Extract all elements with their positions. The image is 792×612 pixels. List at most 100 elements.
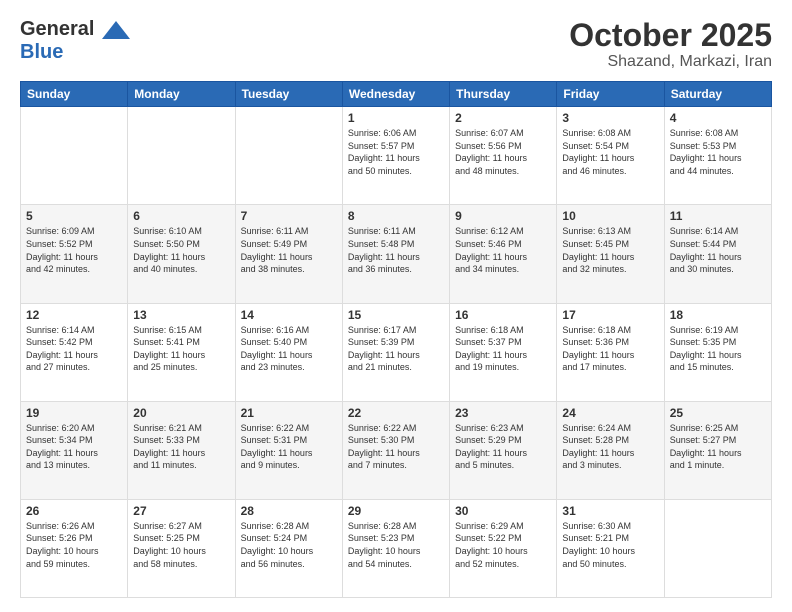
- calendar-week-row: 1 Sunrise: 6:06 AM Sunset: 5:57 PM Daylig…: [21, 107, 772, 205]
- calendar-cell: 1 Sunrise: 6:06 AM Sunset: 5:57 PM Daylig…: [342, 107, 449, 205]
- calendar-cell: 28 Sunrise: 6:28 AM Sunset: 5:24 PM Dayli…: [235, 499, 342, 597]
- day-info: Sunrise: 6:23 AM Sunset: 5:29 PM Dayligh…: [455, 422, 551, 472]
- title-area: October 2025 Shazand, Markazi, Iran: [569, 18, 772, 71]
- calendar-week-row: 12Sunrise: 6:14 AM Sunset: 5:42 PM Dayli…: [21, 303, 772, 401]
- day-number: 7: [241, 209, 337, 223]
- day-info: Sunrise: 6:15 AM Sunset: 5:41 PM Dayligh…: [133, 324, 229, 374]
- day-info: Sunrise: 6:11 AM Sunset: 5:48 PM Dayligh…: [348, 225, 444, 275]
- day-number: 12: [26, 308, 122, 322]
- weekday-header: Monday: [128, 82, 235, 107]
- weekday-header: Wednesday: [342, 82, 449, 107]
- calendar-cell: 13 Sunrise: 6:15 AM Sunset: 5:41 PM Dayli…: [128, 303, 235, 401]
- location: Shazand, Markazi, Iran: [569, 53, 772, 71]
- weekday-header: Thursday: [450, 82, 557, 107]
- day-info: Sunrise: 6:21 AM Sunset: 5:33 PM Dayligh…: [133, 422, 229, 472]
- calendar-cell: 19 Sunrise: 6:20 AM Sunset: 5:34 PM Dayli…: [21, 401, 128, 499]
- day-info: Sunrise: 6:24 AM Sunset: 5:28 PM Dayligh…: [562, 422, 658, 472]
- calendar-cell: 6 Sunrise: 6:10 AM Sunset: 5:50 PM Daylig…: [128, 205, 235, 303]
- weekday-header: Friday: [557, 82, 664, 107]
- day-number: 17: [562, 308, 658, 322]
- day-number: 30: [455, 504, 551, 518]
- page: General Blue October 2025 Shazand, Marka…: [0, 0, 792, 612]
- day-info: Sunrise: 6:11 AM Sunset: 5:49 PM Dayligh…: [241, 225, 337, 275]
- calendar-cell: 25 Sunrise: 6:25 AM Sunset: 5:27 PM Dayli…: [664, 401, 771, 499]
- day-number: 29: [348, 504, 444, 518]
- day-number: 8: [348, 209, 444, 223]
- day-number: 20: [133, 406, 229, 420]
- day-number: 27: [133, 504, 229, 518]
- day-number: 3: [562, 111, 658, 125]
- day-number: 15: [348, 308, 444, 322]
- calendar-week-row: 5 Sunrise: 6:09 AM Sunset: 5:52 PM Daylig…: [21, 205, 772, 303]
- day-number: 6: [133, 209, 229, 223]
- day-number: 22: [348, 406, 444, 420]
- calendar-cell: [21, 107, 128, 205]
- calendar-cell: 22 Sunrise: 6:22 AM Sunset: 5:30 PM Dayli…: [342, 401, 449, 499]
- day-number: 14: [241, 308, 337, 322]
- weekday-header: Tuesday: [235, 82, 342, 107]
- day-number: 26: [26, 504, 122, 518]
- day-info: Sunrise: 6:27 AM Sunset: 5:25 PM Dayligh…: [133, 520, 229, 570]
- day-info: Sunrise: 6:25 AM Sunset: 5:27 PM Dayligh…: [670, 422, 766, 472]
- calendar-cell: 31Sunrise: 6:30 AM Sunset: 5:21 PM Dayli…: [557, 499, 664, 597]
- calendar-cell: 15 Sunrise: 6:17 AM Sunset: 5:39 PM Dayli…: [342, 303, 449, 401]
- day-info: Sunrise: 6:29 AM Sunset: 5:22 PM Dayligh…: [455, 520, 551, 570]
- day-info: Sunrise: 6:08 AM Sunset: 5:54 PM Dayligh…: [562, 127, 658, 177]
- calendar-cell: [664, 499, 771, 597]
- calendar-cell: 3 Sunrise: 6:08 AM Sunset: 5:54 PM Daylig…: [557, 107, 664, 205]
- calendar-cell: 27 Sunrise: 6:27 AM Sunset: 5:25 PM Dayli…: [128, 499, 235, 597]
- day-number: 25: [670, 406, 766, 420]
- day-info: Sunrise: 6:18 AM Sunset: 5:36 PM Dayligh…: [562, 324, 658, 374]
- day-info: Sunrise: 6:06 AM Sunset: 5:57 PM Dayligh…: [348, 127, 444, 177]
- day-number: 13: [133, 308, 229, 322]
- day-info: Sunrise: 6:22 AM Sunset: 5:30 PM Dayligh…: [348, 422, 444, 472]
- day-number: 9: [455, 209, 551, 223]
- calendar-cell: 23 Sunrise: 6:23 AM Sunset: 5:29 PM Dayli…: [450, 401, 557, 499]
- calendar-cell: 4Sunrise: 6:08 AM Sunset: 5:53 PM Daylig…: [664, 107, 771, 205]
- day-number: 4: [670, 111, 766, 125]
- day-info: Sunrise: 6:09 AM Sunset: 5:52 PM Dayligh…: [26, 225, 122, 275]
- calendar-cell: 30 Sunrise: 6:29 AM Sunset: 5:22 PM Dayli…: [450, 499, 557, 597]
- calendar-cell: 17 Sunrise: 6:18 AM Sunset: 5:36 PM Dayli…: [557, 303, 664, 401]
- day-number: 23: [455, 406, 551, 420]
- calendar-body: 1 Sunrise: 6:06 AM Sunset: 5:57 PM Daylig…: [21, 107, 772, 598]
- day-number: 18: [670, 308, 766, 322]
- day-number: 24: [562, 406, 658, 420]
- day-number: 10: [562, 209, 658, 223]
- day-number: 11: [670, 209, 766, 223]
- calendar-cell: 12Sunrise: 6:14 AM Sunset: 5:42 PM Dayli…: [21, 303, 128, 401]
- calendar-header-row: SundayMondayTuesdayWednesdayThursdayFrid…: [21, 82, 772, 107]
- day-info: Sunrise: 6:26 AM Sunset: 5:26 PM Dayligh…: [26, 520, 122, 570]
- calendar-cell: [235, 107, 342, 205]
- calendar-cell: 7 Sunrise: 6:11 AM Sunset: 5:49 PM Daylig…: [235, 205, 342, 303]
- day-info: Sunrise: 6:22 AM Sunset: 5:31 PM Dayligh…: [241, 422, 337, 472]
- calendar-cell: [128, 107, 235, 205]
- day-number: 2: [455, 111, 551, 125]
- day-info: Sunrise: 6:18 AM Sunset: 5:37 PM Dayligh…: [455, 324, 551, 374]
- day-number: 28: [241, 504, 337, 518]
- day-info: Sunrise: 6:14 AM Sunset: 5:44 PM Dayligh…: [670, 225, 766, 275]
- month-title: October 2025: [569, 18, 772, 53]
- calendar-cell: 14 Sunrise: 6:16 AM Sunset: 5:40 PM Dayli…: [235, 303, 342, 401]
- calendar-week-row: 19 Sunrise: 6:20 AM Sunset: 5:34 PM Dayli…: [21, 401, 772, 499]
- calendar-cell: 11 Sunrise: 6:14 AM Sunset: 5:44 PM Dayli…: [664, 205, 771, 303]
- day-info: Sunrise: 6:12 AM Sunset: 5:46 PM Dayligh…: [455, 225, 551, 275]
- day-info: Sunrise: 6:16 AM Sunset: 5:40 PM Dayligh…: [241, 324, 337, 374]
- logo: General Blue: [20, 18, 130, 64]
- day-number: 5: [26, 209, 122, 223]
- day-info: Sunrise: 6:28 AM Sunset: 5:24 PM Dayligh…: [241, 520, 337, 570]
- day-info: Sunrise: 6:30 AM Sunset: 5:21 PM Dayligh…: [562, 520, 658, 570]
- day-info: Sunrise: 6:10 AM Sunset: 5:50 PM Dayligh…: [133, 225, 229, 275]
- day-number: 16: [455, 308, 551, 322]
- day-number: 1: [348, 111, 444, 125]
- day-number: 21: [241, 406, 337, 420]
- weekday-header: Sunday: [21, 82, 128, 107]
- logo-icon: [102, 21, 130, 39]
- calendar-cell: 18Sunrise: 6:19 AM Sunset: 5:35 PM Dayli…: [664, 303, 771, 401]
- calendar: SundayMondayTuesdayWednesdayThursdayFrid…: [20, 81, 772, 598]
- day-info: Sunrise: 6:28 AM Sunset: 5:23 PM Dayligh…: [348, 520, 444, 570]
- day-info: Sunrise: 6:17 AM Sunset: 5:39 PM Dayligh…: [348, 324, 444, 374]
- day-info: Sunrise: 6:07 AM Sunset: 5:56 PM Dayligh…: [455, 127, 551, 177]
- day-info: Sunrise: 6:20 AM Sunset: 5:34 PM Dayligh…: [26, 422, 122, 472]
- day-number: 19: [26, 406, 122, 420]
